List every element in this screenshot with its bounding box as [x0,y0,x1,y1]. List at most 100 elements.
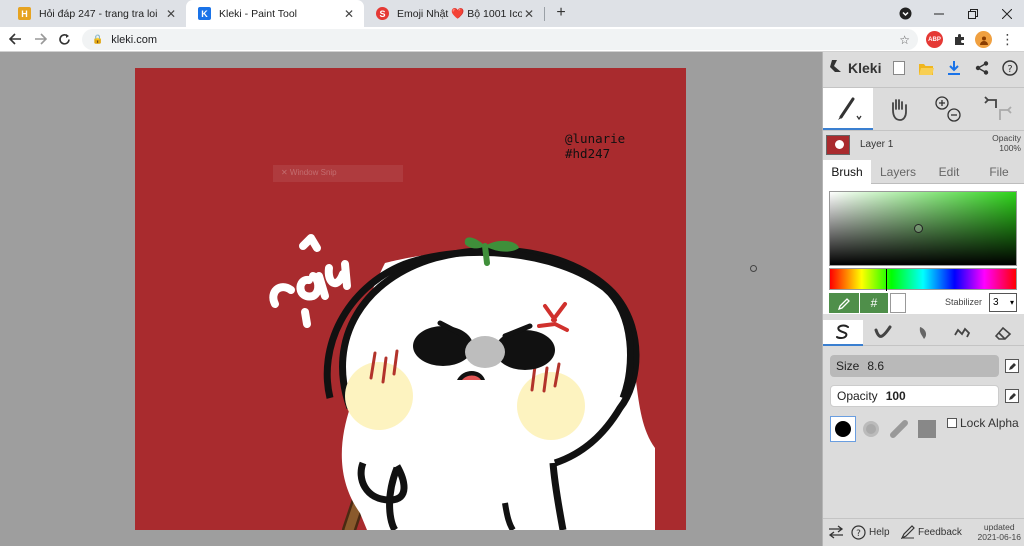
download-icon[interactable] [944,58,964,78]
new-file-icon[interactable] [889,58,909,78]
kleki-favicon-icon: K [198,7,211,20]
drawing-canvas[interactable]: ✕ Window Snip @lunarie #hd247 [135,68,686,530]
layer-opacity-label: Opacity [992,133,1021,143]
pixel-brush-icon [954,327,971,338]
profile-avatar[interactable] [975,31,992,48]
open-folder-icon[interactable] [916,58,936,78]
saturation-value-picker[interactable] [829,191,1017,266]
pixel-brush-button[interactable] [943,320,983,346]
lock-icon: 🔒 [92,34,104,44]
close-tab-icon[interactable]: ✕ [164,7,178,21]
tab-edit[interactable]: Edit [925,160,973,184]
help-circle-icon: ? [851,525,866,540]
zoom-tools[interactable] [925,88,971,130]
chevron-down-icon: ▾ [1009,298,1014,307]
forward-icon[interactable] [31,30,49,48]
swap-sides-button[interactable] [828,525,844,539]
layer-preview-row[interactable]: Layer 1 Opacity 100% [823,131,1024,159]
sketchy-brush-button[interactable] [903,320,943,346]
back-icon[interactable] [6,30,24,48]
logo-text: Kleki [848,60,882,76]
layer-thumbnail [826,135,850,155]
blend-brush-button[interactable] [863,320,903,346]
brush-shape-square[interactable] [914,416,940,442]
hue-slider[interactable] [829,268,1017,291]
zoom-in-out-icon [935,96,961,122]
emoji-favicon-icon: S [376,7,389,20]
swap-icon [828,525,844,539]
layer-opacity: Opacity 100% [992,133,1021,153]
lock-alpha-checkbox[interactable] [947,418,957,428]
reload-icon[interactable] [55,30,73,48]
eraser-icon [994,326,1012,340]
brush-icon [838,97,862,121]
opacity-value: 100 [885,389,906,403]
adblock-icon[interactable]: ABP [926,31,943,48]
circle-brush-icon [835,421,851,437]
brush-shape-circle[interactable] [830,416,856,442]
help-label: Help [869,527,890,538]
feedback-icon [901,525,915,539]
eraser-button[interactable] [983,320,1023,346]
secondary-color-swatch[interactable] [890,293,906,313]
stabilizer-select[interactable]: 3 ▾ [989,293,1017,312]
updated-label: updated [983,522,1015,532]
tab-layers[interactable]: Layers [873,160,923,184]
brush-cursor [750,265,757,272]
window-snip-watermark: ✕ Window Snip [273,165,403,182]
hand-tool[interactable] [875,88,923,130]
tab-search-icon[interactable] [888,0,922,27]
chalk-brush-icon [890,420,908,438]
canvas-workarea[interactable]: ✕ Window Snip @lunarie #hd247 [0,52,822,546]
url-input[interactable]: 🔒 kleki.com ☆ [82,29,918,50]
layer-opacity-value: 100% [999,143,1021,153]
new-tab-button[interactable]: + [552,4,570,22]
close-tab-icon[interactable]: ✕ [342,7,356,21]
updated-date: 2021-06-16 [977,532,1021,542]
brush-type-row [823,320,1024,346]
help-icon[interactable]: ? [1000,58,1020,78]
brush-shape-chalk[interactable] [886,416,912,442]
undo-redo-tools[interactable] [973,88,1023,130]
feedback-label: Feedback [918,526,962,538]
brush-shape-soft[interactable] [858,416,884,442]
close-window-icon[interactable] [990,0,1024,27]
updated-info: updated 2021-06-16 [978,522,1021,542]
kleki-logo: Kleki [829,58,881,79]
opacity-slider[interactable]: Opacity 100 [830,385,999,407]
color-picker-panel: # Stabilizer 3 ▾ [823,184,1024,314]
size-edit-button[interactable] [1005,359,1019,373]
close-tab-icon[interactable]: ✕ [522,7,536,21]
panel-header: Kleki ? [823,52,1024,84]
size-slider[interactable]: Size 8.6 [830,355,999,377]
tab-emoji[interactable]: S Emoji Nhật ❤️ Bộ 1001 Icon Dễ ✕ [364,0,544,27]
main-tool-row [823,87,1024,131]
layer-name: Layer 1 [860,139,894,150]
pen-brush-button[interactable] [823,320,863,346]
hex-input-button[interactable]: # [860,293,888,313]
minimize-icon[interactable] [922,0,956,27]
tab-brush[interactable]: Brush [823,160,871,184]
color-cursor[interactable] [914,224,923,233]
tab-separator [544,7,545,21]
help-button[interactable]: ? Help [851,525,890,540]
feedback-button[interactable]: Feedback [901,525,962,539]
pencil-icon [1008,392,1016,400]
tab-kleki[interactable]: K Kleki - Paint Tool ✕ [186,0,364,27]
tab-hoidap[interactable]: H Hỏi đáp 247 - trang tra loi ✕ [6,0,186,27]
hue-handle[interactable] [886,269,887,291]
bookmark-star-icon[interactable]: ☆ [899,33,910,47]
brush-tool[interactable] [823,88,873,130]
extensions-icon[interactable] [951,31,968,48]
tab-file[interactable]: File [975,160,1023,184]
tab-title: Emoji Nhật ❤️ Bộ 1001 Icon Dễ [397,8,522,20]
size-label: Size [836,359,860,373]
menu-kebab-icon[interactable]: ⋮ [999,31,1016,48]
opacity-edit-button[interactable] [1005,389,1019,403]
share-icon[interactable] [972,58,992,78]
lock-alpha-toggle[interactable]: Lock Alpha [947,416,1019,430]
restore-icon[interactable] [956,0,990,27]
eyedropper-button[interactable] [829,293,859,313]
address-bar: 🔒 kleki.com ☆ ABP ⋮ [0,27,1024,52]
tab-title: Hỏi đáp 247 - trang tra loi [39,7,158,20]
